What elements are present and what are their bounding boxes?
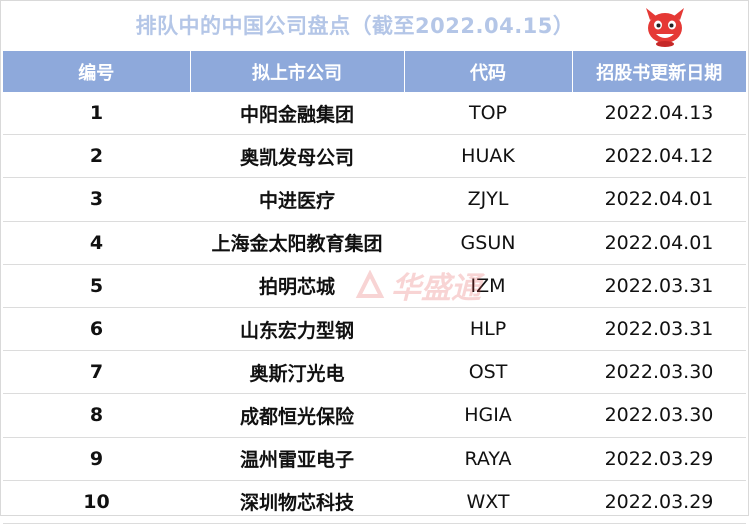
ticker-code: OST xyxy=(404,350,572,395)
company-name: 上海金太阳教育集团 xyxy=(190,221,404,265)
row-number: 7 xyxy=(3,350,190,395)
row-number: 6 xyxy=(3,307,190,352)
mascot-icon xyxy=(646,8,684,47)
company-name: 中进医疗 xyxy=(190,177,404,222)
ticker-code: HLP xyxy=(404,307,572,352)
ticker-code: HGIA xyxy=(404,393,572,438)
header-company: 拟上市公司 xyxy=(190,51,405,92)
company-name: 奥斯汀光电 xyxy=(190,350,404,395)
table-header-row: 编号 拟上市公司 代码 招股书更新日期 xyxy=(3,51,746,92)
table-row: 4 上海金太阳教育集团 GSUN 2022.04.01 xyxy=(3,221,746,265)
row-number: 4 xyxy=(3,221,190,265)
header-number: 编号 xyxy=(3,51,191,92)
company-name: 拍明芯城 xyxy=(190,264,404,308)
ticker-code: RAYA xyxy=(404,437,572,481)
company-name: 成都恒光保险 xyxy=(190,393,404,438)
table-row: 6 山东宏力型钢 HLP 2022.03.31 xyxy=(3,307,746,352)
ticker-code: GSUN xyxy=(404,221,572,265)
table-row: 1 中阳金融集团 TOP 2022.04.13 xyxy=(3,92,746,136)
prospectus-date: 2022.03.31 xyxy=(572,307,746,352)
row-number: 9 xyxy=(3,437,190,481)
row-number: 5 xyxy=(3,264,190,308)
table-row: 7 奥斯汀光电 OST 2022.03.30 xyxy=(3,350,746,395)
table-row: 9 温州雷亚电子 RAYA 2022.03.29 xyxy=(3,437,746,481)
ipo-queue-table: 编号 拟上市公司 代码 招股书更新日期 1 中阳金融集团 TOP 2022.04.13… xyxy=(3,51,746,524)
prospectus-date: 2022.03.31 xyxy=(572,264,746,308)
row-number: 3 xyxy=(3,177,190,222)
prospectus-date: 2022.04.01 xyxy=(572,177,746,222)
page-title: 排队中的中国公司盘点（截至2022.04.15） xyxy=(135,14,575,38)
company-name: 中阳金融集团 xyxy=(190,92,404,136)
prospectus-date: 2022.04.01 xyxy=(572,221,746,265)
row-number: 8 xyxy=(3,393,190,438)
header-code: 代码 xyxy=(404,51,573,92)
table-row: 5 拍明芯城 IZM 2022.03.31 xyxy=(3,264,746,308)
ticker-code: ZJYL xyxy=(404,177,572,222)
table-row: 2 奥凯发母公司 HUAK 2022.04.12 xyxy=(3,134,746,179)
prospectus-date: 2022.03.29 xyxy=(572,437,746,481)
prospectus-date: 2022.04.13 xyxy=(572,92,746,136)
row-number: 2 xyxy=(3,134,190,179)
ticker-code: HUAK xyxy=(404,134,572,179)
ticker-code: IZM xyxy=(404,264,572,308)
company-name: 奥凯发母公司 xyxy=(190,134,404,179)
row-number: 1 xyxy=(3,92,190,136)
company-name: 山东宏力型钢 xyxy=(190,307,404,352)
title-bar: 排队中的中国公司盘点（截至2022.04.15） xyxy=(0,0,750,50)
company-name: 温州雷亚电子 xyxy=(190,437,404,481)
prospectus-date: 2022.03.30 xyxy=(572,393,746,438)
prospectus-date: 2022.04.12 xyxy=(572,134,746,179)
table-row: 8 成都恒光保险 HGIA 2022.03.30 xyxy=(3,393,746,438)
table-row: 3 中进医疗 ZJYL 2022.04.01 xyxy=(3,177,746,222)
header-prospectus-date: 招股书更新日期 xyxy=(572,51,746,92)
ticker-code: TOP xyxy=(404,92,572,136)
prospectus-date: 2022.03.30 xyxy=(572,350,746,395)
